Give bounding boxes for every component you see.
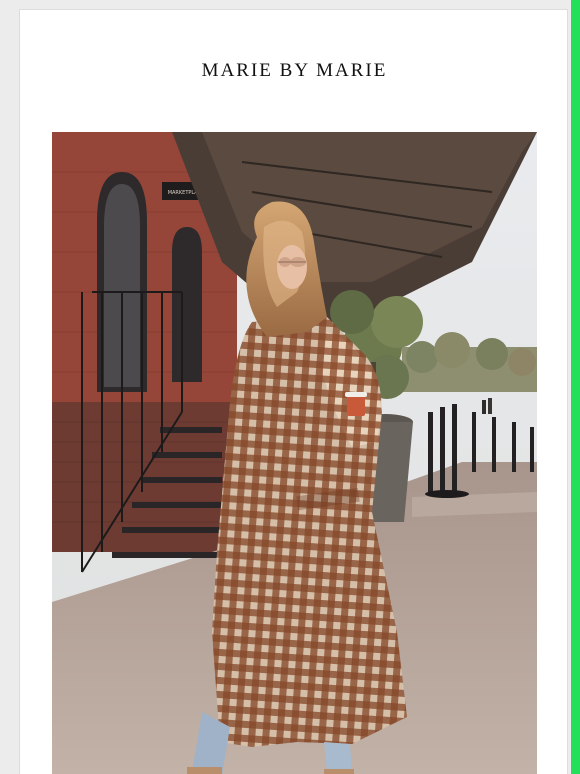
brand-logo-text[interactable]: MARIE BY MARIE (20, 60, 569, 82)
hero-image-link[interactable]: MARKETPLACE (52, 132, 537, 774)
accent-scrollbar[interactable] (571, 0, 580, 774)
hero-image: MARKETPLACE (52, 132, 537, 774)
email-viewer: MARIE BY MARIE MARKETPLACE (0, 0, 580, 774)
email-card: MARIE BY MARIE MARKETPLACE (19, 9, 568, 774)
